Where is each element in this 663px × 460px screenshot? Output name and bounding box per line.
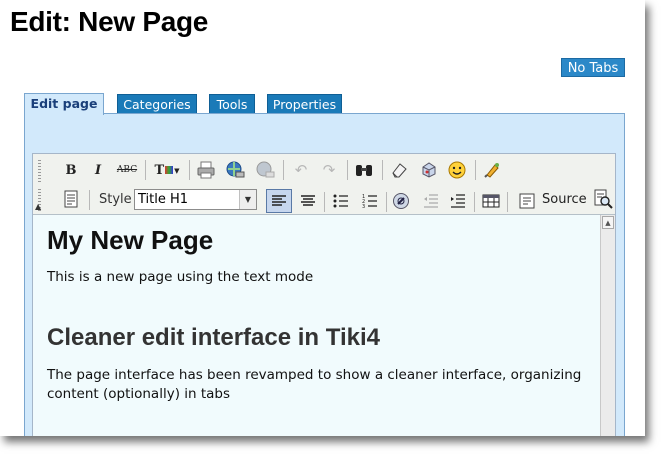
content-heading-1: My New Page	[47, 225, 214, 255]
plugin-icon[interactable]	[482, 160, 502, 180]
bold-icon[interactable]: B	[61, 160, 81, 180]
find-replace-icon[interactable]	[593, 189, 613, 209]
editor-toolbar: ▲ B I ABC T ▼ ↶ ↷ Style Title H1 ▼ 1 2 3…	[33, 154, 615, 215]
svg-text:3: 3	[362, 204, 365, 209]
unlink-icon[interactable]	[255, 160, 275, 180]
numbered-list-icon[interactable]: 123	[360, 191, 380, 211]
editor-content[interactable]: My New Page This is a new page using the…	[33, 215, 600, 436]
italic-icon[interactable]: I	[88, 160, 108, 180]
style-dropdown[interactable]: Title H1 ▼	[134, 189, 257, 210]
align-center-icon[interactable]	[298, 191, 318, 211]
outdent-icon[interactable]	[421, 191, 441, 211]
find-icon[interactable]	[354, 160, 374, 180]
no-tabs-button[interactable]: No Tabs	[561, 58, 625, 77]
toolbar-grip	[38, 160, 41, 182]
source-icon[interactable]	[517, 191, 537, 211]
source-button[interactable]: Source	[542, 192, 587, 207]
wysiwyg-editor: ▲ B I ABC T ▼ ↶ ↷ Style Title H1 ▼ 1 2 3…	[32, 153, 616, 436]
style-label: Style	[99, 192, 132, 207]
undo-icon[interactable]: ↶	[291, 160, 311, 180]
indent-icon[interactable]	[448, 191, 468, 211]
tab-tools[interactable]: Tools	[209, 94, 255, 114]
strikethrough-icon[interactable]: ABC	[117, 160, 137, 180]
tab-edit-page[interactable]: Edit page	[24, 93, 104, 115]
bullet-list-icon[interactable]	[331, 191, 351, 211]
table-icon[interactable]	[481, 191, 501, 211]
link-icon[interactable]	[225, 160, 245, 180]
content-heading-2: Cleaner edit interface in Tiki4	[47, 324, 381, 351]
window-frame: Edit: New Page No Tabs Edit page Categor…	[0, 0, 645, 436]
chevron-down-icon[interactable]: ▼	[239, 190, 256, 209]
editor-vertical-scrollbar[interactable]: ▲	[600, 215, 615, 436]
content-paragraph-1: This is a new page using the text mode	[47, 269, 314, 285]
scroll-up-icon[interactable]: ▲	[602, 216, 614, 229]
align-left-icon[interactable]	[266, 189, 292, 213]
page-title: Edit: New Page	[10, 6, 209, 37]
tab-categories[interactable]: Categories	[117, 94, 197, 114]
print-icon[interactable]	[196, 160, 216, 180]
collapse-toolbar-icon[interactable]: ▲	[35, 202, 41, 211]
content-paragraph-2: The page interface has been revamped to …	[47, 367, 582, 402]
eraser-icon[interactable]	[389, 160, 409, 180]
templates-icon[interactable]	[61, 189, 81, 209]
special-chars-icon[interactable]	[419, 160, 439, 180]
style-dropdown-value: Title H1	[138, 192, 189, 207]
smiley-icon[interactable]	[447, 160, 467, 180]
link-browse-icon[interactable]	[391, 191, 411, 211]
redo-icon[interactable]: ↷	[319, 160, 339, 180]
text-color-icon[interactable]: T ▼	[151, 160, 183, 180]
tab-properties[interactable]: Properties	[267, 94, 342, 114]
